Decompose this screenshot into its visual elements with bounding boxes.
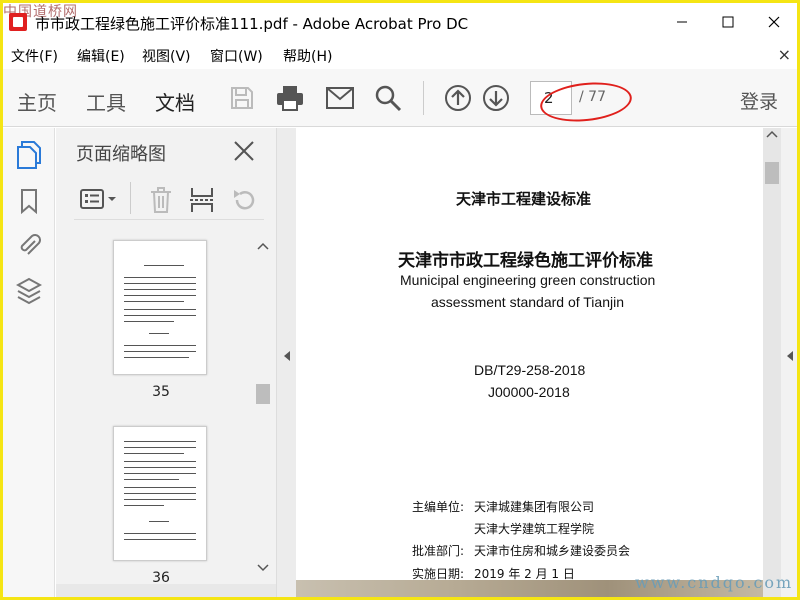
approver-label: 批准部门: xyxy=(412,544,465,558)
panel-close-button[interactable] xyxy=(231,138,257,164)
document-scrollbar[interactable] xyxy=(763,128,781,597)
minimize-icon xyxy=(677,21,687,23)
editor-label: 主编单位: xyxy=(412,500,465,514)
login-button[interactable]: 登录 xyxy=(740,87,778,114)
attachment-icon[interactable] xyxy=(15,230,43,260)
thumbnail-options-icon[interactable] xyxy=(80,188,118,214)
menu-close-button[interactable]: × xyxy=(778,45,791,64)
page-thumbnail[interactable] xyxy=(113,426,207,561)
expand-right-panel-icon[interactable] xyxy=(785,350,795,362)
rotate-page-icon[interactable] xyxy=(231,186,259,218)
title-bar: 中国道桥网 市市政工程绿色施工评价标准111.pdf - Adobe Acrob… xyxy=(3,3,797,41)
editor-2: 天津大学建筑工程学院 xyxy=(474,522,595,536)
tab-tools[interactable]: 工具 xyxy=(86,87,126,116)
thumbnail-hscrollbar[interactable] xyxy=(56,584,276,597)
doc-header: 天津市工程建设标准 xyxy=(456,190,592,208)
menu-help[interactable]: 帮助(H) xyxy=(283,46,332,66)
collapse-left-icon xyxy=(284,351,290,361)
thumbnail-page-number: 35 xyxy=(152,384,170,400)
tab-home[interactable]: 主页 xyxy=(17,87,57,116)
doc-code-1: DB/T29-258-2018 xyxy=(474,362,586,378)
scrollbar-thumb[interactable] xyxy=(765,162,779,184)
page-thumbnail[interactable] xyxy=(113,240,207,375)
menu-view[interactable]: 视图(V) xyxy=(142,46,191,66)
editor-1: 天津城建集团有限公司 xyxy=(474,500,595,514)
close-window-button[interactable] xyxy=(751,3,797,41)
delete-page-icon[interactable] xyxy=(149,186,173,218)
email-icon[interactable] xyxy=(325,83,355,113)
main-toolbar: 主页 工具 文档 2 / 77 登录 xyxy=(3,69,797,127)
print-icon[interactable] xyxy=(275,83,305,113)
thumbnail-list: 35 36 xyxy=(56,234,254,584)
menu-bar: 文件(F) 编辑(E) 视图(V) 窗口(W) 帮助(H) × xyxy=(3,41,797,69)
next-page-icon[interactable] xyxy=(481,83,511,113)
scroll-up-icon xyxy=(766,130,778,138)
close-icon xyxy=(234,141,254,161)
thumbnail-panel: 页面缩略图 35 36 xyxy=(56,128,276,597)
scrollbar-thumb[interactable] xyxy=(256,384,270,404)
doc-title-en-2: assessment standard of Tianjin xyxy=(431,294,624,310)
minimize-button[interactable] xyxy=(659,3,705,41)
panel-collapse-handle[interactable] xyxy=(276,128,296,597)
scroll-down-icon xyxy=(257,564,269,572)
doc-title-cn: 天津市市政工程绿色施工评价标准 xyxy=(398,251,653,271)
save-icon[interactable] xyxy=(227,83,257,113)
thumbnail-toolbar xyxy=(74,180,264,220)
close-icon xyxy=(768,16,780,28)
maximize-icon xyxy=(722,16,734,28)
scroll-up-icon xyxy=(257,242,269,250)
approver: 天津市住房和城乡建设委员会 xyxy=(474,544,631,558)
menu-window[interactable]: 窗口(W) xyxy=(210,46,263,66)
prev-page-icon[interactable] xyxy=(443,83,473,113)
thumbnail-page-number: 36 xyxy=(152,570,170,584)
toolbar-separator xyxy=(423,81,424,115)
window-title: 市市政工程绿色施工评价标准111.pdf - Adobe Acrobat Pro… xyxy=(35,15,469,33)
right-pane xyxy=(763,128,797,597)
tab-document[interactable]: 文档 xyxy=(155,87,195,116)
bookmark-icon[interactable] xyxy=(15,186,43,216)
thumbnail-scrollbar[interactable] xyxy=(254,234,272,586)
document-page: 天津市工程建设标准 天津市市政工程绿色施工评价标准 Municipal engi… xyxy=(296,128,763,597)
maximize-button[interactable] xyxy=(705,3,751,41)
acrobat-window: 中国道桥网 市市政工程绿色施工评价标准111.pdf - Adobe Acrob… xyxy=(3,3,797,597)
left-rail xyxy=(3,128,55,597)
acrobat-app-icon xyxy=(9,13,27,31)
panel-separator xyxy=(130,182,131,214)
menu-edit[interactable]: 编辑(E) xyxy=(77,46,125,66)
crop-page-icon[interactable] xyxy=(189,186,215,218)
watermark-bottom: www.cndqo.com xyxy=(635,573,794,592)
layers-icon[interactable] xyxy=(15,276,43,306)
panel-title: 页面缩略图 xyxy=(76,144,166,165)
pages-icon[interactable] xyxy=(15,140,43,170)
doc-code-2: J00000-2018 xyxy=(488,384,570,400)
search-icon[interactable] xyxy=(373,83,403,113)
doc-title-en-1: Municipal engineering green construction xyxy=(400,272,656,288)
menu-file[interactable]: 文件(F) xyxy=(11,46,58,66)
